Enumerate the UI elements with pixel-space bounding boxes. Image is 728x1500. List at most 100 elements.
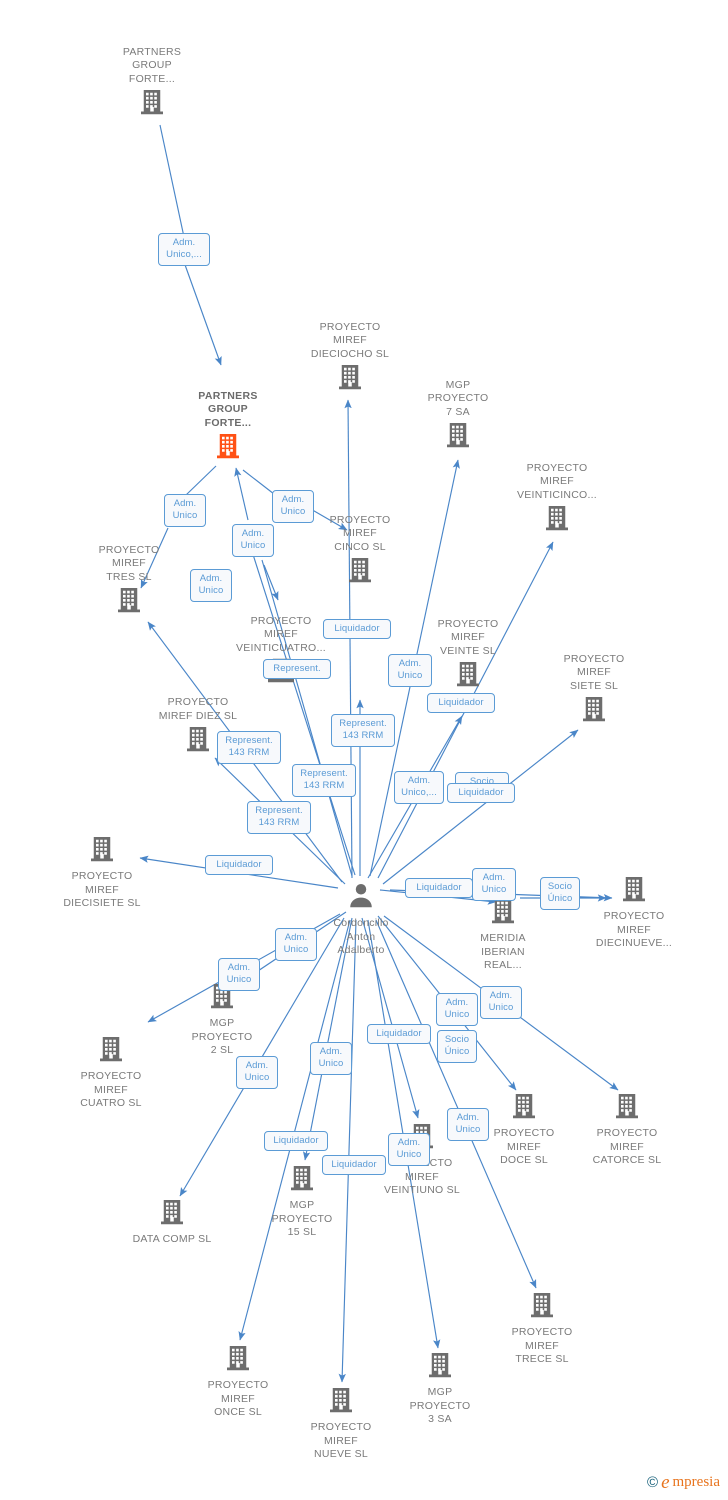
brand-initial: e xyxy=(661,1472,670,1493)
relation-tag-t21[interactable]: Adm. Unico xyxy=(275,928,317,961)
node-pg_forte_top[interactable]: PARTNERS GROUP FORTE... xyxy=(92,46,212,123)
edge-person-to-mir_7 xyxy=(382,729,579,885)
node-mir_18[interactable]: PROYECTO MIREF DIECIOCHO SL xyxy=(290,321,410,398)
company-icon xyxy=(112,1197,232,1232)
node-label: PROYECTO MIREF NUEVE SL xyxy=(310,1421,372,1460)
relation-tag-t30[interactable]: Liquidador xyxy=(264,1131,328,1151)
relationship-edges-layer xyxy=(139,124,619,1383)
relation-tag-t17[interactable]: Liquidador xyxy=(205,855,273,875)
node-mir_4[interactable]: PROYECTO MIREF CUATRO SL xyxy=(51,1034,171,1111)
node-mir_11[interactable]: PROYECTO MIREF ONCE SL xyxy=(178,1343,298,1420)
node-label: PROYECTO MIREF TRECE SL xyxy=(511,1326,573,1365)
node-label: DATA COMP SL xyxy=(132,1233,212,1245)
node-mir_3[interactable]: PROYECTO MIREF TRES SL xyxy=(69,544,189,621)
company-icon xyxy=(497,503,617,538)
node-label: MGP PROYECTO 2 SL xyxy=(191,1017,253,1056)
node-mir_14[interactable]: PROYECTO MIREF CATORCE SL xyxy=(567,1091,687,1168)
relation-tag-t14[interactable]: Adm. Unico,... xyxy=(394,771,444,804)
node-label: MERIDIA IBERIAN REAL... xyxy=(480,932,526,971)
brand-name: mpresia xyxy=(672,1474,720,1490)
node-mir_17[interactable]: PROYECTO MIREF DIECISIETE SL xyxy=(42,834,162,911)
relation-tag-t06[interactable]: Liquidador xyxy=(323,619,391,639)
relation-tag-t07[interactable]: Represent. xyxy=(263,659,331,679)
relation-tag-t27[interactable]: Adm. Unico xyxy=(236,1056,278,1089)
relation-tag-t05[interactable]: Adm. Unico xyxy=(190,569,232,602)
relation-tag-t20[interactable]: Socio Único xyxy=(540,877,580,910)
node-label: PROYECTO MIREF CATORCE SL xyxy=(592,1127,662,1166)
node-person[interactable]: Cordoncillo Anton Adalberto xyxy=(301,881,421,958)
relation-tag-t28[interactable]: Adm. Unico xyxy=(310,1042,352,1075)
edge-pg_forte_focus-to-mir_3 xyxy=(185,465,217,496)
relation-tag-t03[interactable]: Adm. Unico xyxy=(272,490,314,523)
node-mgp_7[interactable]: MGP PROYECTO 7 SA xyxy=(398,379,518,456)
node-label: PROYECTO MIREF VEINTE SL xyxy=(437,617,499,657)
edge-person-to-mir_9 xyxy=(338,919,357,1383)
node-mir_19[interactable]: PROYECTO MIREF DIECINUEVE... xyxy=(574,874,694,951)
edge-person-to-mir_18 xyxy=(344,399,353,879)
node-mgp_2[interactable]: MGP PROYECTO 2 SL xyxy=(162,981,282,1058)
company-icon xyxy=(574,874,694,909)
node-label: PROYECTO MIREF DIEZ SL xyxy=(158,696,238,722)
node-label: PROYECTO MIREF DIECIOCHO SL xyxy=(310,320,390,360)
node-datacomp[interactable]: DATA COMP SL xyxy=(112,1197,232,1247)
node-label: PARTNERS GROUP FORTE... xyxy=(122,45,182,85)
node-label: PROYECTO MIREF TRES SL xyxy=(98,543,160,583)
node-mir_25[interactable]: PROYECTO MIREF VEINTICINCO... xyxy=(497,462,617,539)
relation-tag-t08[interactable]: Adm. Unico xyxy=(388,654,432,687)
person-icon xyxy=(301,881,421,916)
relation-tag-t31[interactable]: Liquidador xyxy=(322,1155,386,1175)
node-mir_7[interactable]: PROYECTO MIREF SIETE SL xyxy=(534,653,654,730)
company-icon xyxy=(482,1290,602,1325)
node-pg_forte_focus[interactable]: PARTNERS GROUP FORTE... xyxy=(168,390,288,467)
relation-tag-t18[interactable]: Liquidador xyxy=(405,878,473,898)
node-label: PROYECTO MIREF CINCO SL xyxy=(329,513,391,553)
relation-tag-t02[interactable]: Adm. Unico xyxy=(164,494,206,527)
relation-tag-t04[interactable]: Adm. Unico xyxy=(232,524,274,557)
relation-tag-t09[interactable]: Liquidador xyxy=(427,693,495,713)
relation-tag-t11[interactable]: Represent. 143 RRM xyxy=(331,714,395,747)
edge-person-to-pg_forte_focus xyxy=(234,467,249,521)
relation-tag-t25[interactable]: Liquidador xyxy=(367,1024,431,1044)
relation-tag-t16[interactable]: Liquidador xyxy=(447,783,515,803)
edge-pg_forte_focus-to-mir_5 xyxy=(242,469,275,495)
node-label: PROYECTO MIREF CUATRO SL xyxy=(80,1070,142,1109)
node-mir_13[interactable]: PROYECTO MIREF TRECE SL xyxy=(482,1290,602,1367)
company-icon xyxy=(567,1091,687,1126)
relation-tag-t10[interactable]: Represent. 143 RRM xyxy=(217,731,281,764)
relation-tag-t32[interactable]: Adm. Unico xyxy=(388,1133,430,1166)
node-label: PROYECTO MIREF ONCE SL xyxy=(207,1379,269,1418)
company-icon xyxy=(534,694,654,729)
edge-pg_forte_top-to-pg_forte_focus xyxy=(183,261,222,366)
company-icon xyxy=(300,555,420,590)
company-icon xyxy=(178,1343,298,1378)
node-label: PROYECTO MIREF VEINTICINCO... xyxy=(517,461,597,501)
relation-tag-t12[interactable]: Represent. 143 RRM xyxy=(292,764,356,797)
relation-tag-t23[interactable]: Adm. Unico xyxy=(436,993,478,1026)
company-icon xyxy=(281,1385,401,1420)
relation-tag-t22[interactable]: Adm. Unico xyxy=(218,958,260,991)
company-icon xyxy=(380,1350,500,1385)
node-label: MGP PROYECTO 7 SA xyxy=(427,378,489,418)
company-icon xyxy=(398,420,518,455)
company-icon xyxy=(92,87,212,122)
relation-tag-t19[interactable]: Adm. Unico xyxy=(472,868,516,901)
node-label: PROYECTO MIREF SIETE SL xyxy=(563,652,625,692)
node-mir_9[interactable]: PROYECTO MIREF NUEVE SL xyxy=(281,1385,401,1462)
company-icon xyxy=(290,362,410,397)
relation-tag-t29[interactable]: Adm. Unico xyxy=(447,1108,489,1141)
node-label: PROYECTO MIREF DIECINUEVE... xyxy=(595,910,673,949)
relation-tag-t13[interactable]: Represent. 143 RRM xyxy=(247,801,311,834)
node-label: Cordoncillo Anton Adalberto xyxy=(333,917,389,956)
node-label: PROYECTO MIREF DIECISIETE SL xyxy=(63,870,141,909)
relation-tag-t01[interactable]: Adm. Unico,... xyxy=(158,233,210,266)
company-icon xyxy=(69,585,189,620)
relation-tag-t24[interactable]: Adm. Unico xyxy=(480,986,522,1019)
node-label: MGP PROYECTO 15 SL xyxy=(271,1199,333,1238)
node-mir_5[interactable]: PROYECTO MIREF CINCO SL xyxy=(300,514,420,591)
relation-tag-t26[interactable]: Socio Único xyxy=(437,1030,477,1063)
node-label: PARTNERS GROUP FORTE... xyxy=(198,389,258,429)
company-icon xyxy=(51,1034,171,1069)
edge-pg_forte_top-to-pg_forte_focus xyxy=(159,124,185,238)
company-icon xyxy=(42,834,162,869)
watermark: © e mpresia xyxy=(647,1473,720,1492)
